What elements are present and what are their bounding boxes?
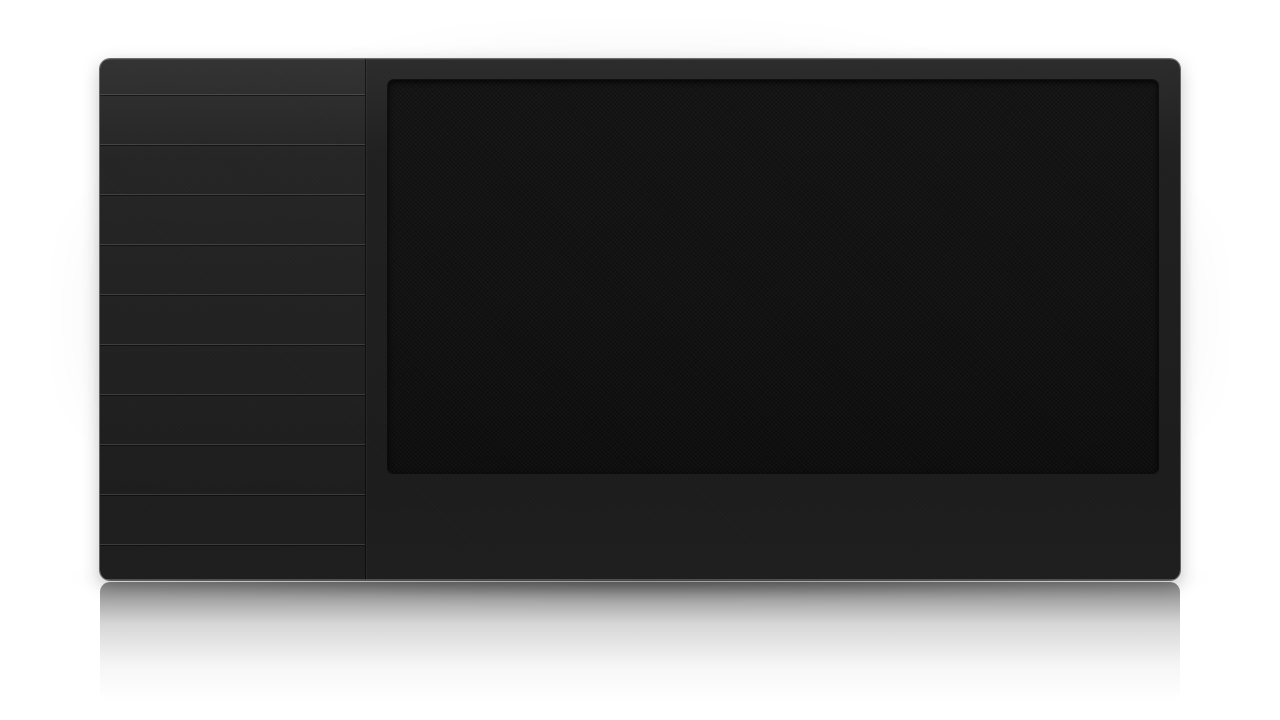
sidebar-item-5[interactable]	[100, 294, 365, 344]
sidebar-item-4[interactable]	[100, 244, 365, 294]
device-frame	[100, 59, 1180, 580]
sidebar-item-10[interactable]	[100, 544, 365, 580]
device-reflection	[100, 582, 1180, 702]
page-stage	[0, 0, 1280, 720]
sidebar	[100, 59, 366, 580]
sidebar-item-3[interactable]	[100, 194, 365, 244]
sidebar-item-7[interactable]	[100, 394, 365, 444]
sidebar-item-9[interactable]	[100, 494, 365, 544]
sidebar-item-2[interactable]	[100, 144, 365, 194]
sidebar-item-8[interactable]	[100, 444, 365, 494]
main-screen-panel[interactable]	[388, 80, 1158, 474]
sidebar-item-1[interactable]	[100, 94, 365, 144]
sidebar-item-6[interactable]	[100, 344, 365, 394]
